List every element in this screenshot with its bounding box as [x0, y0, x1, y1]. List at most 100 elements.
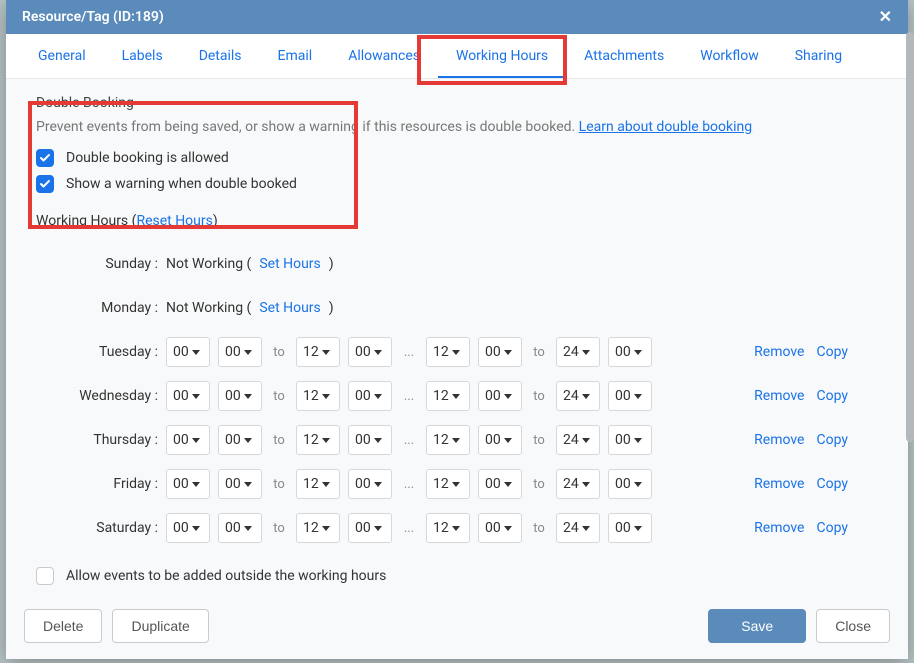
- to-label: to: [530, 345, 548, 360]
- day-row-monday: Monday :Not Working (Set Hours): [36, 287, 878, 329]
- learn-link[interactable]: Learn about double booking: [579, 119, 752, 135]
- to-label: to: [270, 477, 288, 492]
- tab-allowances[interactable]: Allowances: [330, 34, 438, 78]
- day-name: Saturday :: [36, 520, 166, 536]
- set-hours-link[interactable]: Set Hours: [259, 300, 320, 316]
- tab-working-hours[interactable]: Working Hours: [438, 34, 566, 78]
- tab-sharing[interactable]: Sharing: [777, 34, 860, 78]
- time-select[interactable]: 24: [556, 381, 600, 411]
- chevron-down-icon: [322, 350, 330, 355]
- section-title: Double Booking: [36, 95, 878, 111]
- chevron-down-icon: [452, 350, 460, 355]
- time-select[interactable]: 00: [478, 337, 522, 367]
- time-select[interactable]: 00: [478, 425, 522, 455]
- checkbox-allow-double-booking[interactable]: [36, 149, 54, 167]
- chevron-down-icon: [322, 482, 330, 487]
- time-select[interactable]: 00: [218, 513, 262, 543]
- time-select[interactable]: 00: [348, 425, 392, 455]
- remove-link[interactable]: Remove: [754, 476, 804, 492]
- chevron-down-icon: [374, 526, 382, 531]
- time-select[interactable]: 00: [608, 337, 652, 367]
- checkbox-warning-double-booked[interactable]: [36, 175, 54, 193]
- time-select[interactable]: 12: [426, 513, 470, 543]
- copy-link[interactable]: Copy: [816, 432, 848, 448]
- time-select[interactable]: 24: [556, 469, 600, 499]
- close-icon[interactable]: ✕: [879, 9, 892, 25]
- time-select[interactable]: 00: [218, 425, 262, 455]
- chevron-down-icon: [452, 394, 460, 399]
- tab-workflow[interactable]: Workflow: [682, 34, 777, 78]
- duplicate-button[interactable]: Duplicate: [112, 609, 208, 643]
- copy-link[interactable]: Copy: [816, 344, 848, 360]
- checkbox-allow-outside-hours[interactable]: [36, 567, 54, 585]
- tab-details[interactable]: Details: [181, 34, 260, 78]
- time-select[interactable]: 00: [218, 469, 262, 499]
- time-select[interactable]: 00: [348, 381, 392, 411]
- chevron-down-icon: [504, 482, 512, 487]
- time-select[interactable]: 12: [426, 425, 470, 455]
- time-select[interactable]: 12: [296, 425, 340, 455]
- time-select[interactable]: 00: [478, 381, 522, 411]
- time-select[interactable]: 00: [218, 337, 262, 367]
- chevron-down-icon: [582, 350, 590, 355]
- scrollbar-thumb[interactable]: [906, 32, 914, 442]
- copy-link[interactable]: Copy: [816, 476, 848, 492]
- time-select[interactable]: 00: [608, 513, 652, 543]
- tab-general[interactable]: General: [20, 34, 104, 78]
- time-select[interactable]: 00: [608, 469, 652, 499]
- tab-attachments[interactable]: Attachments: [566, 34, 682, 78]
- time-select[interactable]: 12: [296, 337, 340, 367]
- tab-email[interactable]: Email: [260, 34, 331, 78]
- set-hours-link[interactable]: Set Hours: [259, 256, 320, 272]
- day-name: Thursday :: [36, 432, 166, 448]
- time-select[interactable]: 12: [296, 469, 340, 499]
- time-select[interactable]: 12: [426, 381, 470, 411]
- remove-link[interactable]: Remove: [754, 432, 804, 448]
- time-select[interactable]: 00: [478, 469, 522, 499]
- modal-footer: Delete Duplicate Save Close: [6, 597, 908, 659]
- scrollbar-track[interactable]: [906, 32, 914, 659]
- ellipsis: ...: [400, 477, 418, 492]
- time-select[interactable]: 12: [426, 469, 470, 499]
- time-select[interactable]: 00: [166, 337, 210, 367]
- time-select[interactable]: 00: [166, 513, 210, 543]
- time-select[interactable]: 24: [556, 425, 600, 455]
- time-select[interactable]: 00: [218, 381, 262, 411]
- day-row-tuesday: Tuesday :0000to1200...1200to2400RemoveCo…: [36, 331, 878, 373]
- reset-hours-link[interactable]: Reset Hours: [136, 213, 212, 229]
- delete-button[interactable]: Delete: [24, 609, 102, 643]
- day-row-wednesday: Wednesday :0000to1200...1200to2400Remove…: [36, 375, 878, 417]
- to-label: to: [530, 521, 548, 536]
- time-select[interactable]: 24: [556, 513, 600, 543]
- time-select[interactable]: 00: [478, 513, 522, 543]
- chevron-down-icon: [322, 438, 330, 443]
- chevron-down-icon: [322, 394, 330, 399]
- remove-link[interactable]: Remove: [754, 344, 804, 360]
- save-button[interactable]: Save: [708, 609, 806, 643]
- time-select[interactable]: 00: [166, 425, 210, 455]
- remove-link[interactable]: Remove: [754, 388, 804, 404]
- to-label: to: [530, 433, 548, 448]
- time-select[interactable]: 12: [296, 513, 340, 543]
- time-select[interactable]: 12: [296, 381, 340, 411]
- copy-link[interactable]: Copy: [816, 388, 848, 404]
- copy-link[interactable]: Copy: [816, 520, 848, 536]
- time-select[interactable]: 00: [348, 337, 392, 367]
- time-select[interactable]: 00: [166, 469, 210, 499]
- close-button[interactable]: Close: [816, 609, 890, 643]
- chevron-down-icon: [582, 438, 590, 443]
- time-select[interactable]: 00: [608, 425, 652, 455]
- time-select[interactable]: 00: [166, 381, 210, 411]
- time-select[interactable]: 12: [426, 337, 470, 367]
- chevron-down-icon: [192, 482, 200, 487]
- time-select[interactable]: 00: [348, 513, 392, 543]
- ellipsis: ...: [400, 521, 418, 536]
- tab-labels[interactable]: Labels: [104, 34, 181, 78]
- to-label: to: [270, 345, 288, 360]
- time-select[interactable]: 00: [348, 469, 392, 499]
- remove-link[interactable]: Remove: [754, 520, 804, 536]
- time-select[interactable]: 00: [608, 381, 652, 411]
- to-label: to: [270, 433, 288, 448]
- time-select[interactable]: 24: [556, 337, 600, 367]
- chevron-down-icon: [504, 394, 512, 399]
